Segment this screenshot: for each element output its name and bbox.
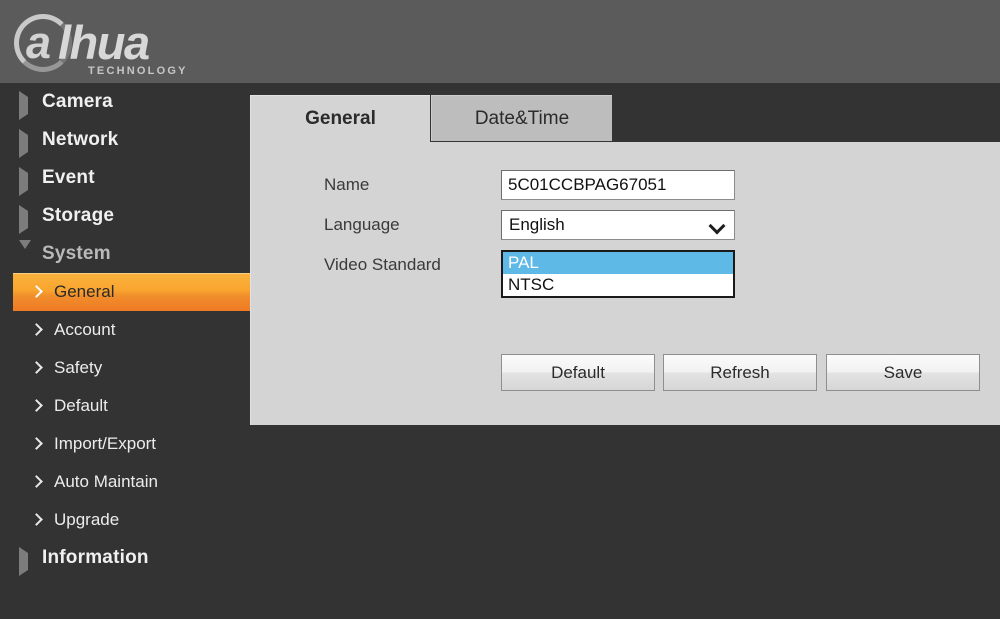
sidebar-item-account[interactable]: Account <box>0 311 250 349</box>
sidebar-item-label: Event <box>42 167 95 188</box>
tab-date-time[interactable]: Date&Time <box>431 95 612 141</box>
language-select[interactable]: English <box>501 210 735 240</box>
triangle-right-icon <box>19 546 32 576</box>
tab-bar: General Date&Time <box>250 95 1000 143</box>
sidebar-nav: Camera Network Event Storage System Gene… <box>0 83 250 619</box>
sidebar-item-storage[interactable]: Storage <box>0 197 250 235</box>
general-settings-panel: Name Language English Video Standard PAL… <box>250 142 1000 425</box>
sidebar-item-system[interactable]: System <box>0 235 250 273</box>
video-standard-option-ntsc[interactable]: NTSC <box>503 274 733 296</box>
app-header: a lhua TECHNOLOGY <box>0 0 1000 83</box>
sidebar-subitem-label: Upgrade <box>54 510 120 529</box>
sidebar-item-label: Network <box>42 129 119 150</box>
logo-letter-a: a <box>26 17 51 68</box>
chevron-right-icon <box>30 399 44 413</box>
chevron-right-icon <box>30 361 44 375</box>
save-button[interactable]: Save <box>826 354 980 391</box>
chevron-right-icon <box>30 475 44 489</box>
sidebar-item-upgrade[interactable]: Upgrade <box>0 501 250 539</box>
tab-label: General <box>305 108 376 129</box>
video-standard-label: Video Standard <box>324 255 441 274</box>
chevron-right-icon <box>30 437 44 451</box>
triangle-right-icon <box>19 90 32 120</box>
sidebar-item-label: Storage <box>42 205 115 226</box>
triangle-right-icon <box>19 204 32 234</box>
dahua-web-ui: a lhua TECHNOLOGY Camera Network Event S… <box>0 0 1000 619</box>
language-label: Language <box>324 215 400 234</box>
name-label: Name <box>324 175 370 194</box>
sidebar-item-information[interactable]: Information <box>0 539 250 577</box>
sidebar-item-default[interactable]: Default <box>0 387 250 425</box>
sidebar-subitem-label: Auto Maintain <box>54 472 158 491</box>
chevron-right-icon <box>30 513 44 527</box>
sidebar-item-label: Camera <box>42 91 113 112</box>
video-standard-option-pal[interactable]: PAL <box>503 252 733 274</box>
sidebar-item-safety[interactable]: Safety <box>0 349 250 387</box>
sidebar-subitem-label: Account <box>54 320 116 339</box>
sidebar-item-event[interactable]: Event <box>0 159 250 197</box>
video-standard-listbox[interactable]: PAL NTSC <box>501 250 735 298</box>
sidebar-subitem-label: Default <box>54 396 108 415</box>
sidebar-item-import-export[interactable]: Import/Export <box>0 425 250 463</box>
sidebar-subitem-label: Safety <box>54 358 103 377</box>
triangle-down-icon <box>19 239 32 266</box>
chevron-down-icon <box>711 220 724 233</box>
tab-label: Date&Time <box>474 107 570 129</box>
name-input[interactable] <box>501 170 735 200</box>
logo-brand-text: lhua <box>58 16 150 69</box>
sidebar-item-general[interactable]: General <box>13 273 250 311</box>
sidebar-subitem-label: Import/Export <box>54 434 157 453</box>
tab-general[interactable]: General <box>250 95 430 142</box>
triangle-right-icon <box>19 166 32 196</box>
language-selected-value: English <box>509 215 565 234</box>
sidebar-item-label: System <box>42 243 111 264</box>
sidebar-item-label: Information <box>42 547 149 568</box>
triangle-right-icon <box>19 128 32 158</box>
content-area: General Date&Time Name Language English <box>250 95 1000 425</box>
sidebar-item-camera[interactable]: Camera <box>0 83 250 121</box>
dahua-logo: a lhua TECHNOLOGY <box>10 8 250 77</box>
logo-tagline: TECHNOLOGY <box>88 65 188 77</box>
chevron-right-icon <box>30 285 44 299</box>
action-buttons: Default Refresh Save <box>501 354 991 392</box>
sidebar-item-network[interactable]: Network <box>0 121 250 159</box>
refresh-button[interactable]: Refresh <box>663 354 817 391</box>
sidebar-subitem-label: General <box>54 282 115 301</box>
default-button[interactable]: Default <box>501 354 655 391</box>
sidebar-item-auto-maintain[interactable]: Auto Maintain <box>0 463 250 501</box>
chevron-right-icon <box>30 323 44 337</box>
